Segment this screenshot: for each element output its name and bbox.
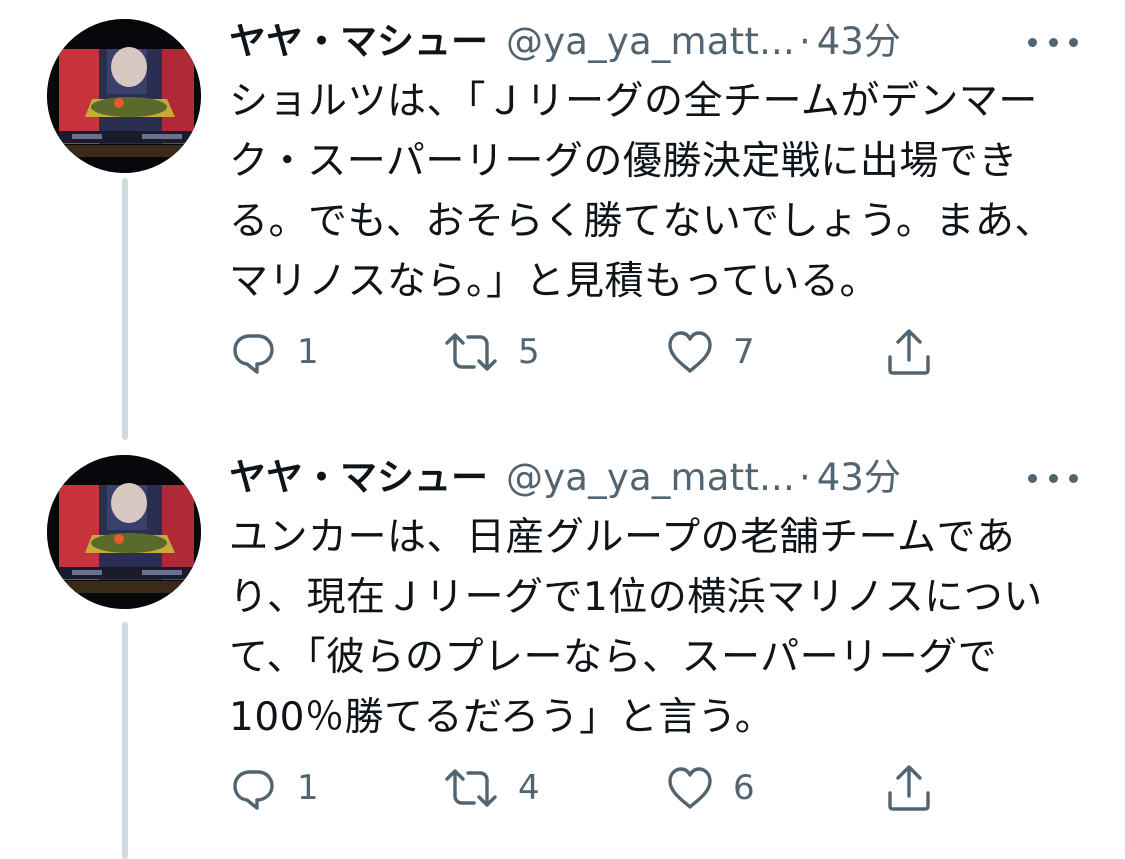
avatar-image xyxy=(47,19,201,173)
tweet-header: ヤヤ・マシュー @ya_ya_matt... · 43分 xyxy=(229,18,1079,66)
retweet-icon xyxy=(445,333,497,371)
retweet-button[interactable]: 5 xyxy=(442,327,540,377)
tweet[interactable]: ヤヤ・マシュー @ya_ya_matt... · 43分 ショルツは、「Ｊリーグ… xyxy=(0,0,1125,420)
reply-button[interactable]: 1 xyxy=(229,763,319,813)
share-icon xyxy=(888,765,930,811)
tweet[interactable]: ヤヤ・マシュー @ya_ya_matt... · 43分 ユンカーは、日産グルー… xyxy=(0,440,1125,859)
share-button[interactable] xyxy=(884,327,934,377)
share-button[interactable] xyxy=(884,763,934,813)
user-handle[interactable]: @ya_ya_matt... xyxy=(506,454,795,502)
retweet-count: 4 xyxy=(518,768,540,808)
display-name[interactable]: ヤヤ・マシュー xyxy=(229,18,488,66)
more-options-icon[interactable] xyxy=(1028,454,1078,502)
tweet-text: ショルツは、「Ｊリーグの全チームがデンマーク・スーパーリーグの優勝決定戦に出場で… xyxy=(229,79,1054,304)
like-count: 6 xyxy=(733,768,755,808)
retweet-count: 5 xyxy=(518,332,540,372)
like-count: 7 xyxy=(733,332,755,372)
avatar-image xyxy=(47,455,201,609)
reply-count: 1 xyxy=(297,332,319,372)
tweet-text: ユンカーは、日産グループの老舗チームであり、現在Ｊリーグで1位の横浜マリノスにつ… xyxy=(229,515,1043,740)
more-options-icon[interactable] xyxy=(1028,18,1078,66)
separator-dot: · xyxy=(798,20,811,63)
timestamp[interactable]: 43分 xyxy=(817,454,901,502)
separator-dot: · xyxy=(798,456,811,499)
like-icon xyxy=(668,331,712,373)
share-icon xyxy=(888,329,930,375)
reply-button[interactable]: 1 xyxy=(229,327,319,377)
like-button[interactable]: 6 xyxy=(665,763,755,813)
reply-count: 1 xyxy=(297,768,319,808)
like-icon xyxy=(668,767,712,809)
avatar[interactable] xyxy=(47,455,201,609)
tweet-header: ヤヤ・マシュー @ya_ya_matt... · 43分 xyxy=(229,454,1079,502)
display-name[interactable]: ヤヤ・マシュー xyxy=(229,454,488,502)
tweet-actions: 1 4 6 xyxy=(229,763,949,813)
timestamp[interactable]: 43分 xyxy=(817,18,901,66)
avatar[interactable] xyxy=(47,19,201,173)
reply-icon xyxy=(233,770,274,810)
user-handle[interactable]: @ya_ya_matt... xyxy=(506,18,795,66)
tweet-actions: 1 5 7 xyxy=(229,327,949,377)
retweet-button[interactable]: 4 xyxy=(442,763,540,813)
retweet-icon xyxy=(445,769,497,807)
reply-icon xyxy=(233,334,274,374)
like-button[interactable]: 7 xyxy=(665,327,755,377)
